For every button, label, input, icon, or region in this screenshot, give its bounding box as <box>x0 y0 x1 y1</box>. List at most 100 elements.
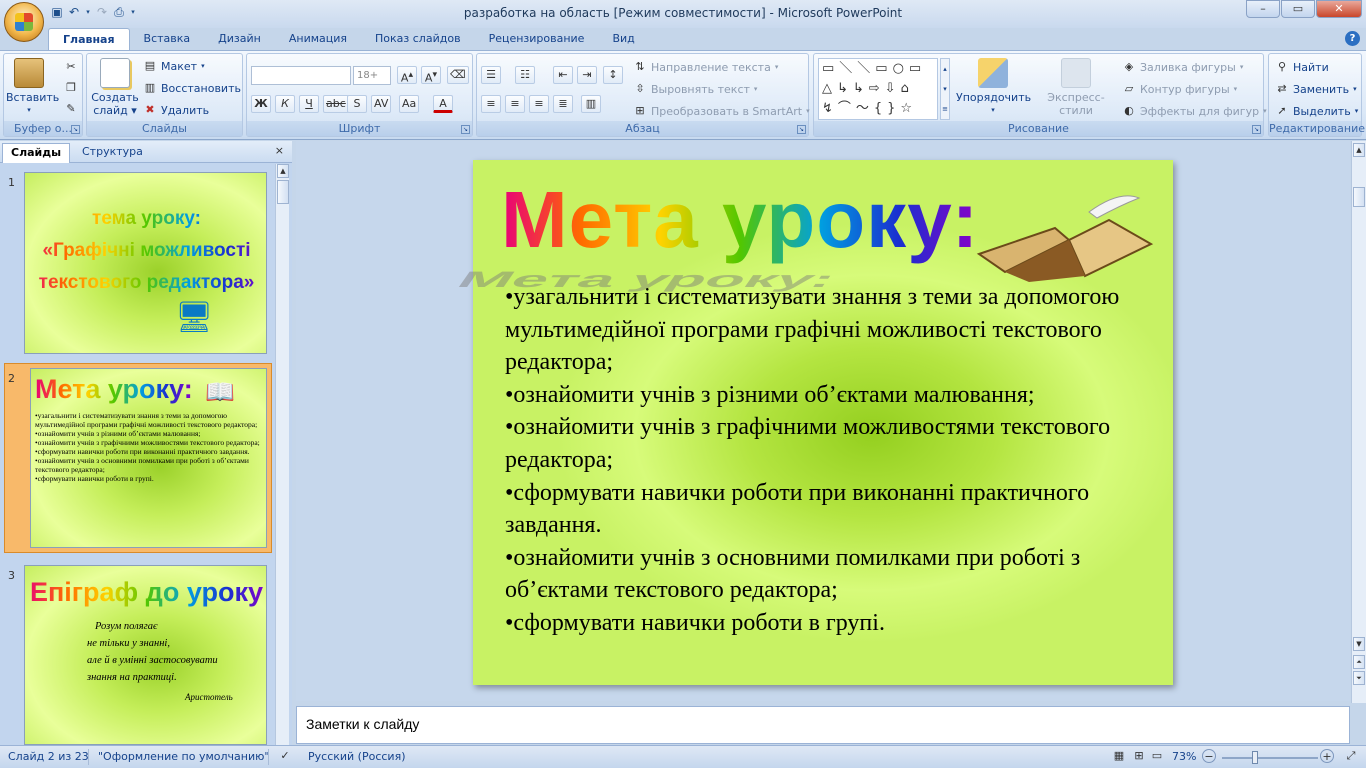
underline-icon[interactable]: Ч <box>299 95 319 113</box>
columns-icon[interactable]: ▥ <box>581 95 601 113</box>
close-pane-icon[interactable]: × <box>275 144 284 157</box>
shrink-font-icon[interactable]: A▾ <box>421 66 441 85</box>
align-right-icon[interactable]: ≡ <box>529 95 549 113</box>
dialog-launcher-icon[interactable]: ↘ <box>71 125 80 134</box>
font-size-field[interactable]: 18+ <box>353 66 391 85</box>
zoom-in-icon[interactable]: + <box>1320 749 1334 763</box>
tab-outline[interactable]: Структура <box>74 143 151 163</box>
align-left-icon[interactable]: ≡ <box>481 95 501 113</box>
shadow-icon[interactable]: S <box>347 95 367 113</box>
tab-review[interactable]: Рецензирование <box>475 28 599 50</box>
slideshow-view-icon[interactable]: ▭ <box>1150 749 1164 763</box>
previous-slide-icon[interactable]: ⏶ <box>1353 655 1365 669</box>
new-slide-label-2: слайд <box>93 104 128 117</box>
grow-font-icon[interactable]: A▴ <box>397 66 417 85</box>
scroll-thumb[interactable] <box>1353 187 1365 207</box>
current-slide[interactable]: Мета уроку: Мета уроку: •узагальнити і с… <box>451 160 1173 685</box>
slide-sorter-icon[interactable]: ⊞ <box>1132 749 1146 763</box>
slides-group: Создать слайд ▾ ▤ Макет ▾ ▥ Восстановить ✖ У… <box>86 53 243 137</box>
theme-name[interactable]: "Оформление по умолчанию" <box>98 750 269 763</box>
paste-button[interactable]: Вставить ▾ <box>6 58 59 117</box>
clear-format-icon[interactable]: ⌫ <box>447 66 469 84</box>
bold-icon[interactable]: Ж <box>251 95 271 113</box>
font-color-icon[interactable]: A <box>433 95 453 113</box>
scroll-up-icon[interactable]: ▲ <box>1353 143 1365 157</box>
text-direction-button[interactable]: ⇅ Направление текста ▾ <box>633 60 778 74</box>
arrange-label: Упорядочить <box>956 91 1032 104</box>
font-name-field[interactable] <box>251 66 351 85</box>
fit-to-window-icon[interactable]: ⤢ <box>1344 749 1358 763</box>
minimize-button[interactable]: – <box>1246 0 1280 18</box>
slide-scrollbar[interactable]: ▲ ▼ ⏶ ⏷ <box>1351 141 1366 703</box>
justify-icon[interactable]: ≣ <box>553 95 573 113</box>
cut-icon[interactable]: ✂ <box>64 60 78 74</box>
tab-slides[interactable]: Слайды <box>2 143 71 163</box>
drawing-launcher-icon[interactable]: ↘ <box>1252 125 1261 134</box>
strikethrough-icon[interactable]: abc <box>323 95 349 113</box>
bullet-6: •сформувати навички роботи в групі. <box>505 609 885 636</box>
reset-button[interactable]: ▥ Восстановить <box>143 81 241 95</box>
office-button[interactable] <box>4 2 44 42</box>
normal-view-icon[interactable]: ▦ <box>1112 749 1126 763</box>
close-button[interactable]: ✕ <box>1316 0 1362 18</box>
bullets-icon[interactable]: ☰ <box>481 66 501 84</box>
scroll-down-icon[interactable]: ▼ <box>1353 637 1365 651</box>
help-icon[interactable]: ? <box>1345 31 1360 46</box>
computer-clipart-icon: 🖥 <box>175 300 214 335</box>
tab-slideshow[interactable]: Показ слайдов <box>361 28 475 50</box>
zoom-slider[interactable] <box>1222 757 1318 759</box>
slide-thumbnail-2[interactable]: Мета уроку: 📖 •узагальнити і систематизу… <box>30 368 267 548</box>
tab-animation[interactable]: Анимация <box>275 28 361 50</box>
paragraph-launcher-icon[interactable]: ↘ <box>797 125 806 134</box>
align-center-icon[interactable]: ≡ <box>505 95 525 113</box>
zoom-level[interactable]: 73% <box>1172 750 1196 763</box>
arrange-button[interactable]: Упорядочить ▾ <box>956 58 1032 117</box>
font-launcher-icon[interactable]: ↘ <box>461 125 470 134</box>
line-spacing-icon[interactable]: ↕ <box>603 66 623 84</box>
next-slide-icon[interactable]: ⏷ <box>1353 671 1365 685</box>
quick-styles-button[interactable]: Экспресс-стили ▾ <box>1032 58 1120 130</box>
tab-design[interactable]: Дизайн <box>204 28 275 50</box>
find-button[interactable]: ⚲ Найти <box>1275 60 1329 74</box>
spelling-icon[interactable]: ✓ <box>278 749 292 763</box>
shape-fill-button[interactable]: ◈ Заливка фигуры ▾ <box>1122 60 1244 74</box>
slide-thumbnail-1[interactable]: тема уроку: «Графічні можливості текстов… <box>24 172 267 354</box>
numbering-icon[interactable]: ☷ <box>515 66 535 84</box>
new-slide-button[interactable]: Создать слайд ▾ <box>91 58 139 117</box>
zoom-out-icon[interactable]: − <box>1202 749 1216 763</box>
reset-icon: ▥ <box>144 81 156 94</box>
maximize-button[interactable]: ▭ <box>1281 0 1315 18</box>
increase-indent-icon[interactable]: ⇥ <box>577 66 597 84</box>
decrease-indent-icon[interactable]: ⇤ <box>553 66 573 84</box>
tab-home[interactable]: Главная <box>48 28 130 50</box>
layout-button[interactable]: ▤ Макет ▾ <box>143 59 205 73</box>
slides-pane-scrollbar[interactable]: ▲ <box>275 164 289 745</box>
delete-slide-button[interactable]: ✖ Удалить <box>143 103 209 117</box>
quote-line-2: не тільки у знанні, <box>87 638 170 649</box>
align-text-button[interactable]: ⇳ Выровнять текст ▾ <box>633 82 757 96</box>
shapes-gallery[interactable]: ▭＼＼▭○▭ △↳↳⇨⇩⌂ ↯⌒〜{}☆ <box>818 58 938 120</box>
italic-icon[interactable]: К <box>275 95 295 113</box>
notes-pane[interactable]: Заметки к слайду <box>296 706 1350 744</box>
shape-effects-button[interactable]: ◐ Эффекты для фигур ▾ <box>1122 104 1266 118</box>
language-indicator[interactable]: Русский (Россия) <box>308 750 406 763</box>
slide-title[interactable]: Мета уроку: <box>501 172 979 268</box>
spacing-icon[interactable]: AV <box>371 95 392 113</box>
change-case-icon[interactable]: Aa <box>399 95 420 113</box>
slide-body[interactable]: •узагальнити і систематизувати знання з … <box>505 281 1155 640</box>
replace-button[interactable]: ⇄ Заменить ▾ <box>1275 82 1356 96</box>
copy-icon[interactable]: ❐ <box>64 81 78 95</box>
shapes-scroll-icon[interactable]: ▴ ▾ ≡ <box>940 58 950 120</box>
slide-thumbnail-3[interactable]: Епіграф до уроку Розум полягає не тільки… <box>24 565 267 745</box>
delete-icon: ✖ <box>145 103 155 116</box>
tab-insert[interactable]: Вставка <box>130 28 205 50</box>
scroll-up-icon[interactable]: ▲ <box>277 164 289 178</box>
format-painter-icon[interactable]: ✎ <box>64 102 78 116</box>
drawing-group: ▭＼＼▭○▭ △↳↳⇨⇩⌂ ↯⌒〜{}☆ ▴ ▾ ≡ Упорядочить ▾ Экс… <box>813 53 1267 137</box>
select-button[interactable]: ➚ Выделить ▾ <box>1275 104 1358 118</box>
scroll-thumb[interactable] <box>277 180 289 204</box>
zoom-slider-thumb[interactable] <box>1252 751 1258 764</box>
tab-view[interactable]: Вид <box>598 28 648 50</box>
smartart-button[interactable]: ⊞ Преобразовать в SmartArt ▾ <box>633 104 809 118</box>
shape-outline-button[interactable]: ▱ Контур фигуры ▾ <box>1122 82 1237 96</box>
